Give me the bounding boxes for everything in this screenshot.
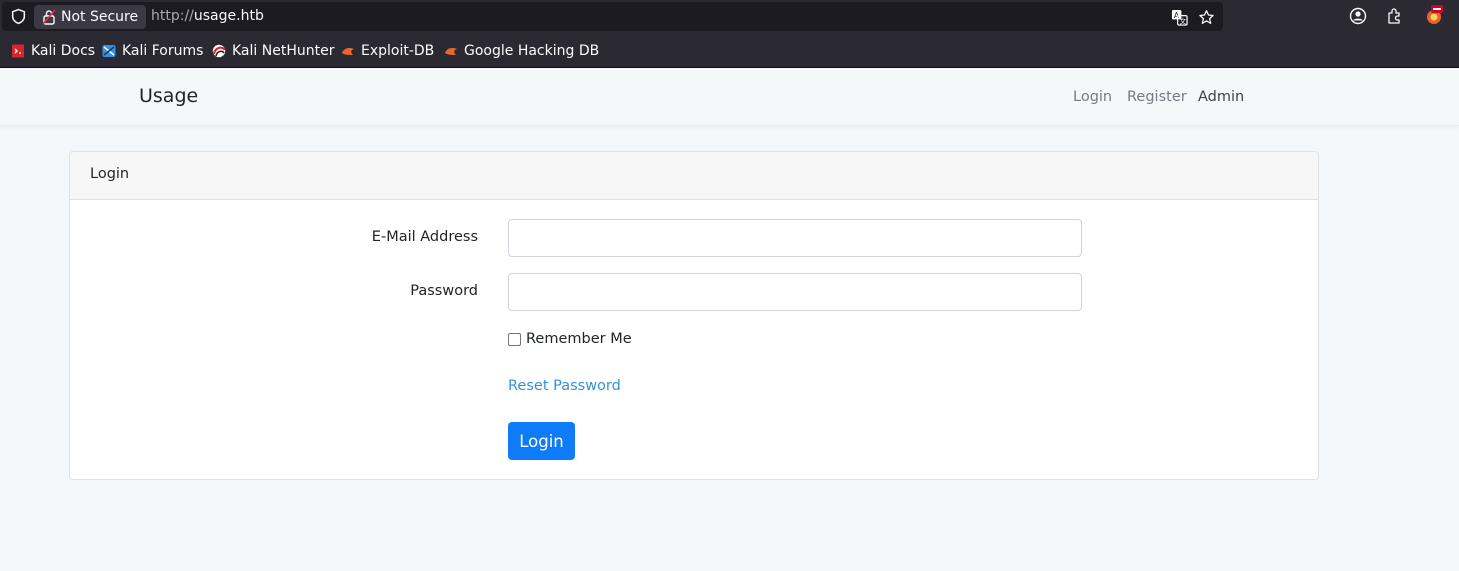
not-secure-label: Not Secure [61,9,139,25]
bookmark-kali-docs[interactable]: Kali Docs [11,43,95,59]
remember-me-checkbox[interactable] [508,332,521,346]
bookmark-star-icon[interactable] [1198,9,1215,26]
account-icon[interactable] [1349,7,1367,25]
remember-me-label[interactable]: Remember Me [526,331,632,347]
login-submit-button[interactable]: Login [508,422,575,460]
svg-text:文: 文 [1180,17,1187,26]
exploit-db-icon [342,48,354,55]
bookmark-google-hacking-db[interactable]: Google Hacking DB [444,43,599,59]
kali-forums-icon [102,45,116,57]
password-label: Password [410,283,478,299]
browser-toolbar: Not Secure http://usage.htb A 文 [0,0,1459,34]
kali-docs-icon [12,44,24,58]
kali-nethunter-icon [212,44,226,58]
bookmark-label: Kali Docs [31,43,96,59]
url-protocol: http:// [151,8,194,24]
site-navbar: Usage Login Register Admin [0,68,1459,126]
site-security-indicator[interactable]: Not Secure [34,5,147,29]
extensions-icon[interactable] [1386,7,1404,25]
remember-me-row[interactable]: Remember Me [508,331,632,347]
shield-icon[interactable] [10,8,27,25]
card-header-title: Login [70,152,1318,200]
bookmark-label: Kali Forums [122,43,204,59]
nav-admin-link[interactable]: Admin [1198,89,1244,105]
bookmark-label: Kali NetHunter [232,43,335,59]
url-text[interactable]: http://usage.htb [151,8,264,24]
insecure-lock-icon [42,9,56,25]
translate-icon[interactable]: A 文 [1171,9,1188,26]
bookmarks-toolbar: Kali Docs Kali Forums Kali NetHunter Exp… [0,34,1459,68]
email-field[interactable] [508,219,1082,257]
reset-password-link[interactable]: Reset Password [508,378,621,394]
bookmark-kali-forums[interactable]: Kali Forums [102,43,203,59]
brand-link[interactable]: Usage [139,85,198,107]
bookmark-label: Exploit-DB [361,43,435,59]
bookmark-exploit-db[interactable]: Exploit-DB [341,43,434,59]
nav-login-link[interactable]: Login [1073,89,1112,105]
bookmark-label: Google Hacking DB [464,43,600,59]
google-hacking-db-icon [445,48,457,55]
bookmark-kali-nethunter[interactable]: Kali NetHunter [212,43,334,59]
url-bar[interactable]: Not Secure http://usage.htb A 文 [2,2,1223,31]
nav-register-link[interactable]: Register [1127,89,1187,105]
url-host: usage.htb [193,8,264,24]
email-label: E-Mail Address [371,229,478,245]
extension-badge-icon[interactable] [1424,4,1444,26]
password-field[interactable] [508,273,1082,311]
login-card: Login E-Mail Address Password Remember M… [69,151,1319,480]
